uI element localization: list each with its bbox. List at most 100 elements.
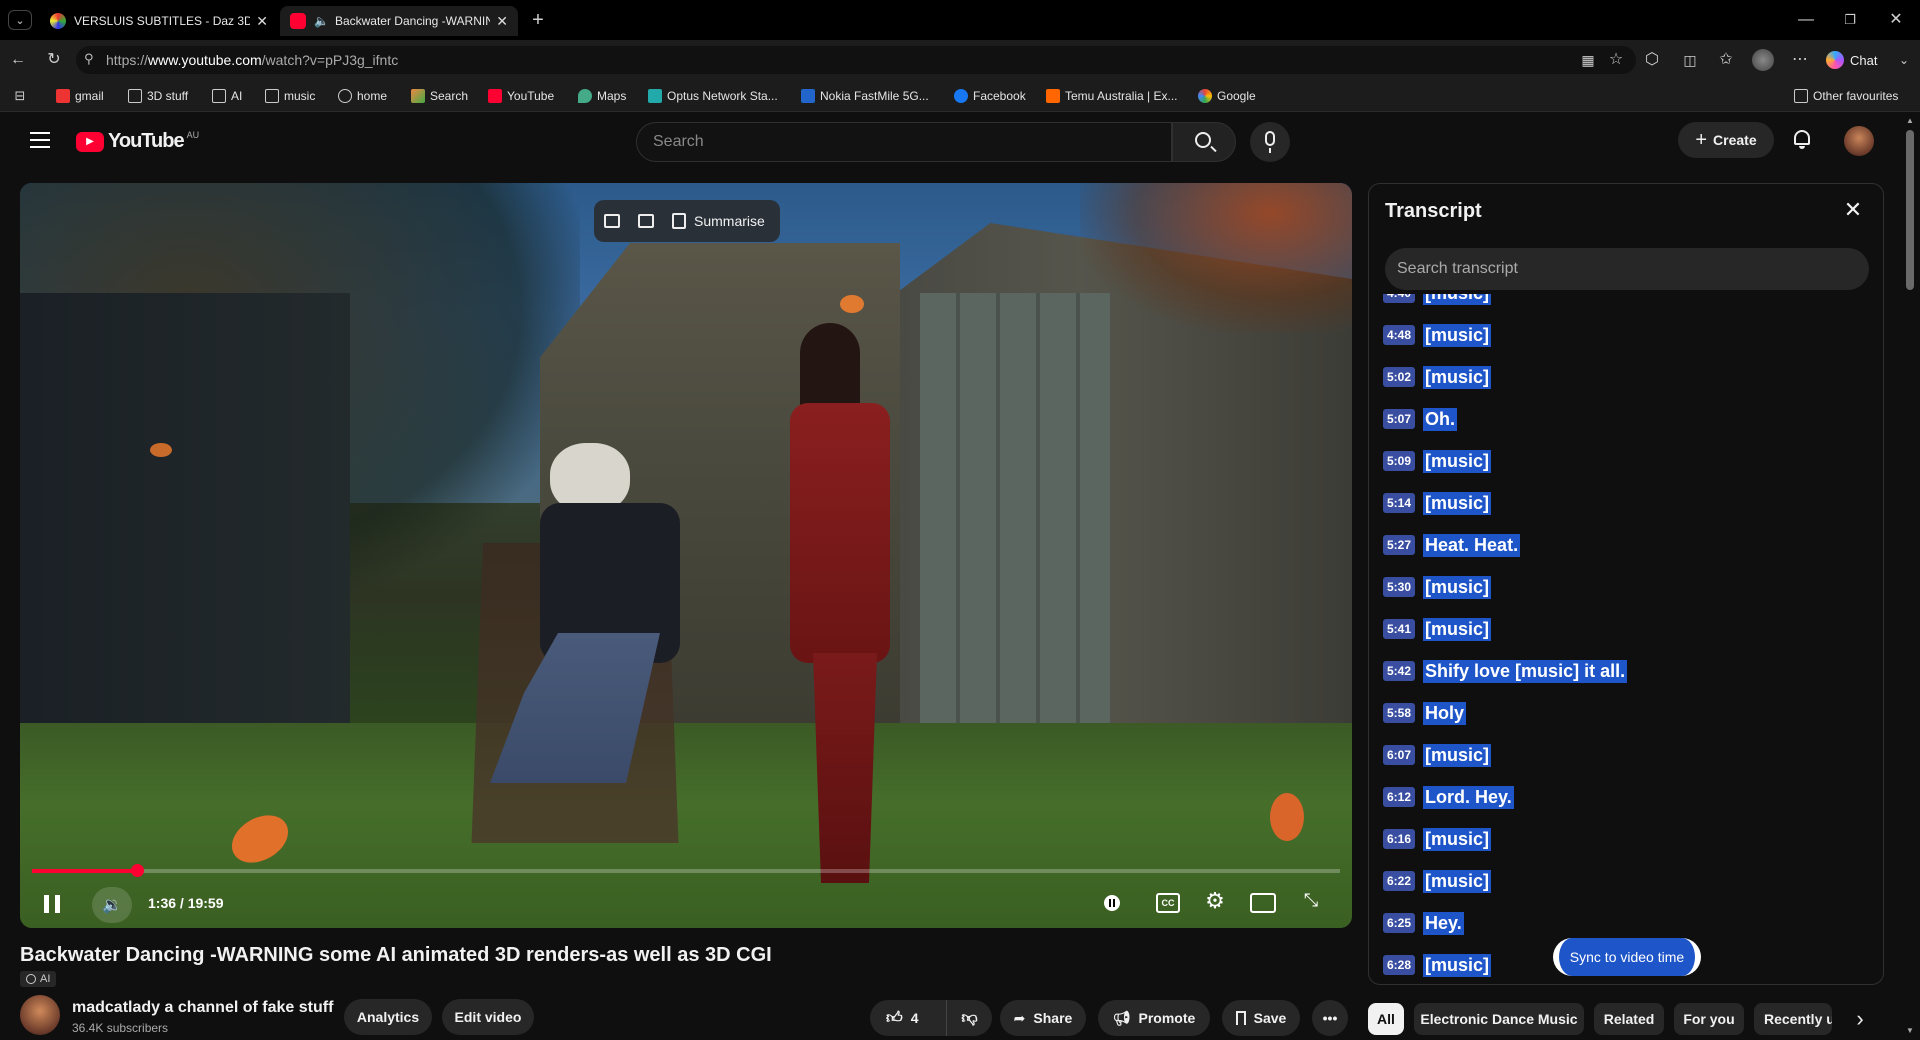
close-window-icon[interactable]: ✕ — [1886, 10, 1906, 30]
voice-search-button[interactable] — [1250, 122, 1290, 162]
more-menu-icon[interactable]: ⋯ — [1790, 50, 1810, 70]
transcript-segment[interactable]: 4:48 [music] — [1383, 322, 1492, 348]
scrollbar-thumb[interactable] — [1906, 130, 1914, 290]
transcript-segment[interactable]: 5:07 Oh. — [1383, 406, 1458, 432]
segment-timestamp[interactable]: 5:02 — [1383, 367, 1416, 387]
fullscreen-icon[interactable]: ⤡ — [1300, 889, 1322, 911]
transcript-segment[interactable]: 6:25 Hey. — [1383, 910, 1464, 936]
progress-bar[interactable] — [32, 864, 1340, 877]
copilot-chat-button[interactable]: Chat — [1826, 48, 1896, 72]
theater-mode-icon[interactable] — [1250, 893, 1276, 913]
favourites-icon[interactable]: ✩ — [1716, 50, 1736, 70]
hamburger-menu-icon[interactable] — [30, 132, 50, 148]
tab-versluis[interactable]: VERSLUIS SUBTITLES - Daz 3D Forum ✕ — [40, 6, 278, 36]
video-player[interactable]: 🔉 1:36 / 19:59 CC ⚙ ⤡ — [20, 183, 1352, 928]
more-actions-button[interactable]: ••• — [1312, 1000, 1348, 1036]
segment-timestamp[interactable]: 5:42 — [1383, 661, 1416, 681]
bookmark-maps[interactable]: Maps — [578, 86, 626, 106]
transcript-segment[interactable]: 4:40 [music] — [1383, 294, 1492, 306]
bookmark-ai[interactable]: AI — [212, 86, 242, 106]
transcript-segment[interactable]: 6:16 [music] — [1383, 826, 1492, 852]
settings-gear-icon[interactable]: ⚙ — [1203, 889, 1227, 913]
captions-icon[interactable]: CC — [1156, 893, 1180, 913]
site-info-icon[interactable]: ⚲ — [84, 51, 94, 67]
transcript-segment[interactable]: 5:30 [music] — [1383, 574, 1492, 600]
screenshot-icon[interactable] — [638, 214, 654, 228]
transcript-segment[interactable]: 6:12 Lord. Hey. — [1383, 784, 1514, 810]
chip-scroll-right-icon[interactable]: › — [1848, 1004, 1872, 1034]
transcript-search-input[interactable]: Search transcript — [1385, 248, 1869, 290]
segment-timestamp[interactable]: 5:27 — [1383, 535, 1416, 555]
dislike-button[interactable]: 👎︎ — [946, 1000, 992, 1036]
collections-icon[interactable]: ⊟ — [10, 86, 30, 106]
transcript-segment[interactable]: 5:14 [music] — [1383, 490, 1492, 516]
segment-timestamp[interactable]: 6:28 — [1383, 955, 1416, 975]
favourite-star-icon[interactable]: ☆ — [1606, 50, 1626, 70]
transcript-segment[interactable]: 5:42 Shify love [music] it all. — [1383, 658, 1628, 684]
segment-timestamp[interactable]: 4:40 — [1383, 294, 1416, 303]
segment-timestamp[interactable]: 6:07 — [1383, 745, 1416, 765]
bookmark-3d-stuff[interactable]: 3D stuff — [128, 86, 188, 106]
close-transcript-icon[interactable]: ✕ — [1841, 198, 1865, 222]
channel-avatar[interactable] — [20, 995, 60, 1035]
close-tab-icon[interactable]: ✕ — [256, 13, 268, 30]
share-button[interactable]: ➦ Share — [1000, 1000, 1086, 1036]
segment-timestamp[interactable]: 6:25 — [1383, 913, 1416, 933]
scrubber-handle[interactable] — [130, 864, 144, 877]
apps-icon[interactable]: ▦ — [1578, 50, 1598, 70]
segment-timestamp[interactable]: 5:41 — [1383, 619, 1416, 639]
segment-timestamp[interactable]: 6:12 — [1383, 787, 1416, 807]
profile-avatar-icon[interactable] — [1752, 49, 1774, 71]
chip-for-you[interactable]: For you — [1674, 1003, 1744, 1035]
segment-timestamp[interactable]: 5:58 — [1383, 703, 1416, 723]
summarise-button[interactable]: Summarise — [672, 213, 765, 229]
autoplay-toggle-icon[interactable] — [1104, 895, 1120, 911]
other-favourites[interactable]: Other favourites — [1794, 86, 1898, 106]
analytics-button[interactable]: Analytics — [344, 999, 432, 1035]
promote-button[interactable]: 📢︎ Promote — [1098, 1000, 1210, 1036]
speaker-icon[interactable]: 🔈 — [314, 14, 329, 28]
transcript-segment[interactable]: 5:02 [music] — [1383, 364, 1492, 390]
restore-icon[interactable]: ❐ — [1840, 10, 1860, 30]
chip-recently-uploaded[interactable]: Recently uploaded — [1754, 1003, 1832, 1035]
transcript-segment[interactable]: 6:28 [music] — [1383, 952, 1492, 978]
segment-timestamp[interactable]: 5:09 — [1383, 451, 1416, 471]
minimize-icon[interactable]: — — [1796, 10, 1816, 30]
bookmark-optus[interactable]: Optus Network Sta... — [648, 86, 778, 106]
search-button[interactable] — [1172, 122, 1236, 162]
scroll-up-icon[interactable]: ▲ — [1906, 116, 1914, 125]
bookmark-home[interactable]: home — [338, 86, 387, 106]
bookmark-search[interactable]: Search — [411, 86, 468, 106]
bookmark-music[interactable]: music — [265, 86, 315, 106]
transcript-segment[interactable]: 5:09 [music] — [1383, 448, 1492, 474]
transcript-segment[interactable]: 5:58 Holy — [1383, 700, 1467, 726]
bookmark-gmail[interactable]: gmail — [56, 86, 104, 106]
notifications-bell-icon[interactable] — [1792, 128, 1812, 150]
new-tab-icon[interactable]: + — [528, 10, 548, 30]
save-button[interactable]: Save — [1222, 1000, 1300, 1036]
tab-list-chevron-icon[interactable]: ⌄ — [8, 10, 32, 30]
transcript-segment[interactable]: 5:41 [music] — [1383, 616, 1492, 642]
transcript-segment[interactable]: 6:22 [music] — [1383, 868, 1492, 894]
edit-video-button[interactable]: Edit video — [442, 999, 534, 1035]
bookmark-youtube[interactable]: YouTube — [488, 86, 554, 106]
segment-timestamp[interactable]: 4:48 — [1383, 325, 1416, 345]
bookmark-facebook[interactable]: Facebook — [954, 86, 1026, 106]
transcript-segment[interactable]: 5:27 Heat. Heat. — [1383, 532, 1521, 558]
bookmark-nokia[interactable]: Nokia FastMile 5G... — [801, 86, 929, 106]
chip-related[interactable]: Related — [1594, 1003, 1664, 1035]
channel-name[interactable]: madcatlady a channel of fake stuff — [72, 999, 333, 1017]
chevron-down-icon[interactable]: ⌄ — [1896, 50, 1912, 70]
segment-timestamp[interactable]: 5:07 — [1383, 409, 1416, 429]
extensions-icon[interactable]: ⬡ — [1642, 50, 1662, 70]
pause-icon[interactable] — [44, 895, 60, 913]
back-icon[interactable]: ← — [8, 50, 28, 70]
scroll-down-icon[interactable]: ▼ — [1906, 1026, 1914, 1035]
refresh-icon[interactable]: ↻ — [44, 50, 64, 70]
chip-electronic-dance-music[interactable]: Electronic Dance Music — [1414, 1003, 1584, 1035]
close-tab-icon[interactable]: ✕ — [496, 13, 508, 30]
tab-youtube-active[interactable]: 🔈 Backwater Dancing -WARNING some AI ani… — [280, 6, 518, 36]
url-field[interactable]: ⚲ https://www.youtube.com/watch?v=pPJ3g_… — [76, 46, 1636, 74]
bookmark-temu[interactable]: Temu Australia | Ex... — [1046, 86, 1178, 106]
create-button[interactable]: + Create — [1678, 122, 1774, 158]
